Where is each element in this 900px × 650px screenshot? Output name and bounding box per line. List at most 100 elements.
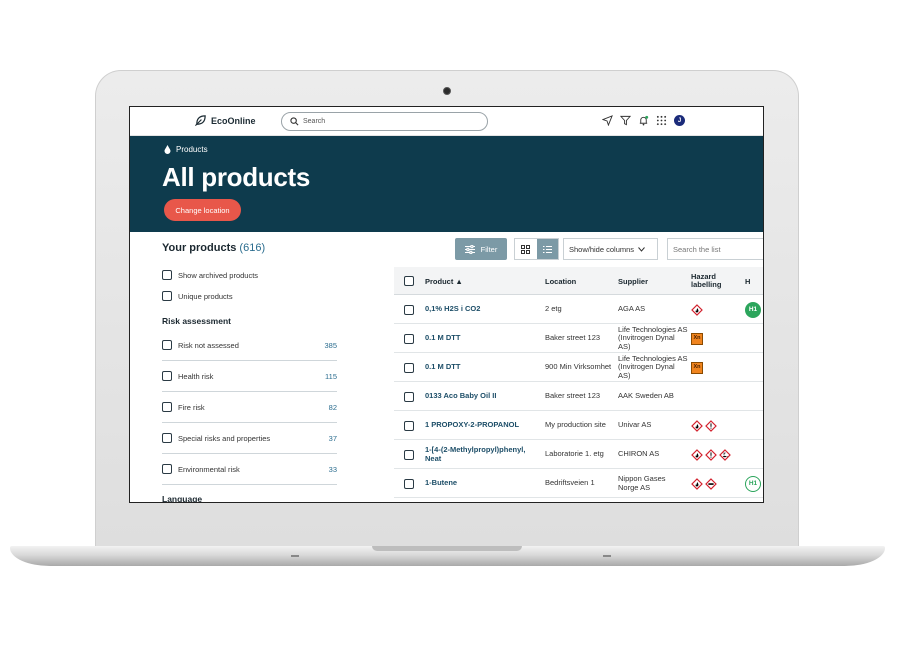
- risk-filter-item[interactable]: Health risk 115: [162, 361, 337, 392]
- table-row[interactable]: 0.1 M DTT Baker street 123 Life Technologi…: [394, 324, 763, 353]
- search-icon: [290, 117, 299, 126]
- table-row[interactable]: 1 PROPOXY-2-PROPANOL My production site Un…: [394, 411, 763, 440]
- table-row[interactable]: 0133 Aco Baby Oil II Baker street 123 AAK …: [394, 382, 763, 411]
- your-products-heading: Your products (616): [162, 242, 265, 254]
- product-name-link[interactable]: 1-[4-(2-Methylpropyl)phenyl, Neat: [425, 440, 538, 469]
- supplier-cell-text: AAK Sweden AB: [618, 391, 674, 401]
- location-cell: My production site: [545, 411, 613, 440]
- sliders-icon: [464, 244, 475, 254]
- checkbox[interactable]: [162, 402, 172, 412]
- table-row[interactable]: 1-Butene Bedriftsveien 1 Nippon Gases Norg…: [394, 469, 763, 498]
- change-location-button[interactable]: Change location: [164, 199, 241, 221]
- top-nav: EcoOnline Search J: [130, 107, 763, 136]
- location-cell-text: Bedriftsveien 1: [545, 478, 595, 488]
- h-cell: [745, 382, 763, 411]
- drop-icon: [164, 145, 171, 154]
- brand-name: EcoOnline: [211, 115, 256, 126]
- app-screen: EcoOnline Search J Products All products…: [129, 106, 764, 503]
- column-header-location[interactable]: Location: [545, 267, 613, 295]
- row-checkbox[interactable]: [404, 391, 414, 402]
- ghs-flame-icon: [691, 303, 703, 316]
- checkbox[interactable]: [162, 270, 172, 280]
- select-all-checkbox[interactable]: [404, 267, 414, 295]
- h-badge: H1: [745, 475, 761, 492]
- table-header: Product ▲ Location Supplier Hazard label…: [394, 267, 763, 295]
- grid-view-button[interactable]: [515, 239, 537, 259]
- breadcrumb[interactable]: Products: [164, 145, 208, 154]
- column-header-h[interactable]: H: [745, 267, 763, 295]
- risk-count: 385: [324, 340, 337, 350]
- checkbox[interactable]: [162, 464, 172, 474]
- webcam: [443, 87, 451, 95]
- products-table: Product ▲ Location Supplier Hazard label…: [394, 267, 763, 498]
- row-checkbox[interactable]: [404, 304, 414, 315]
- row-checkbox[interactable]: [404, 333, 414, 344]
- row-checkbox-cell[interactable]: [404, 353, 414, 382]
- location-cell-text: My production site: [545, 420, 606, 430]
- your-products-label: Your products: [162, 242, 237, 254]
- risk-filter-item[interactable]: Risk not assessed 385: [162, 330, 337, 361]
- breadcrumb-label: Products: [176, 145, 208, 154]
- apps-grid-icon[interactable]: [656, 115, 667, 126]
- filter-sidebar: Your products (616) Show archived produc…: [130, 232, 380, 502]
- row-checkbox[interactable]: [404, 362, 414, 373]
- risk-filter-item[interactable]: Fire risk 82: [162, 392, 337, 423]
- risk-filter-item[interactable]: Special risks and properties 37: [162, 423, 337, 454]
- search-placeholder: Search: [303, 118, 326, 125]
- checkbox[interactable]: [162, 371, 172, 381]
- column-header-hazard[interactable]: Hazard labelling: [691, 267, 741, 295]
- send-icon[interactable]: [602, 115, 613, 126]
- location-cell-text: Baker street 123: [545, 333, 601, 343]
- product-name-link[interactable]: 0.1 M DTT: [425, 324, 538, 353]
- checkbox[interactable]: [404, 276, 414, 286]
- show-archived-checkbox[interactable]: Show archived products: [162, 270, 258, 280]
- product-name-link-text: 0133 Aco Baby Oil II: [425, 391, 497, 401]
- checkbox-label: Show archived products: [178, 270, 259, 280]
- row-checkbox-cell[interactable]: [404, 295, 414, 324]
- unique-products-checkbox[interactable]: Unique products: [162, 291, 233, 301]
- list-view-button[interactable]: [536, 239, 558, 259]
- notification-bell-icon[interactable]: [638, 115, 649, 126]
- table-row[interactable]: 0,1% H2S i CO2 2 etg AGA AS H1: [394, 295, 763, 324]
- product-name-link[interactable]: 1-Butene: [425, 469, 538, 498]
- row-checkbox-cell[interactable]: [404, 440, 414, 469]
- product-name-link[interactable]: 1 PROPOXY-2-PROPANOL: [425, 411, 538, 440]
- risk-filter-item[interactable]: Environmental risk 33: [162, 454, 337, 485]
- row-checkbox[interactable]: [404, 449, 414, 460]
- h-cell: H1: [745, 295, 763, 324]
- supplier-cell-text: Life Technologies AS (Invitrogen Dynal A…: [618, 324, 688, 351]
- location-cell-text: Laboratorie 1. etg: [545, 449, 604, 459]
- row-checkbox-cell[interactable]: [404, 411, 414, 440]
- row-checkbox[interactable]: [404, 478, 414, 489]
- risk-count: 33: [328, 464, 337, 474]
- show-hide-columns-dropdown[interactable]: Show/hide columns: [563, 238, 658, 260]
- hazard-cell: Xn: [691, 324, 741, 353]
- row-checkbox[interactable]: [404, 420, 414, 431]
- filter-button[interactable]: Filter: [455, 238, 507, 260]
- product-name-link[interactable]: 0.1 M DTT: [425, 353, 538, 382]
- product-name-link[interactable]: 0133 Aco Baby Oil II: [425, 382, 538, 411]
- hazard-cell: Xn: [691, 353, 741, 382]
- column-header-supplier[interactable]: Supplier: [618, 267, 688, 295]
- filter-funnel-icon[interactable]: [620, 115, 631, 126]
- checkbox[interactable]: [162, 433, 172, 443]
- product-count: (616): [239, 242, 266, 254]
- location-cell: Laboratorie 1. etg: [545, 440, 613, 469]
- product-name-link-text: 1 PROPOXY-2-PROPANOL: [425, 420, 520, 430]
- row-checkbox-cell[interactable]: [404, 382, 414, 411]
- user-avatar[interactable]: J: [674, 115, 685, 126]
- column-header-product[interactable]: Product ▲: [425, 267, 538, 295]
- checkbox[interactable]: [162, 340, 172, 350]
- table-row[interactable]: 0.1 M DTT 900 Min Virksomhet Life Technolo…: [394, 353, 763, 382]
- table-row[interactable]: 1-[4-(2-Methylpropyl)phenyl, Neat Laborat…: [394, 440, 763, 469]
- hazard-cell: [691, 382, 741, 411]
- checkbox[interactable]: [162, 291, 172, 301]
- supplier-cell: Life Technologies AS (Invitrogen Dynal A…: [618, 353, 688, 382]
- h-cell: [745, 324, 763, 353]
- row-checkbox-cell[interactable]: [404, 469, 414, 498]
- search-list-input[interactable]: Search the list: [667, 238, 763, 260]
- row-checkbox-cell[interactable]: [404, 324, 414, 353]
- product-name-link[interactable]: 0,1% H2S i CO2: [425, 295, 538, 324]
- search-input[interactable]: Search: [281, 112, 488, 131]
- brand-logo[interactable]: EcoOnline: [194, 114, 256, 127]
